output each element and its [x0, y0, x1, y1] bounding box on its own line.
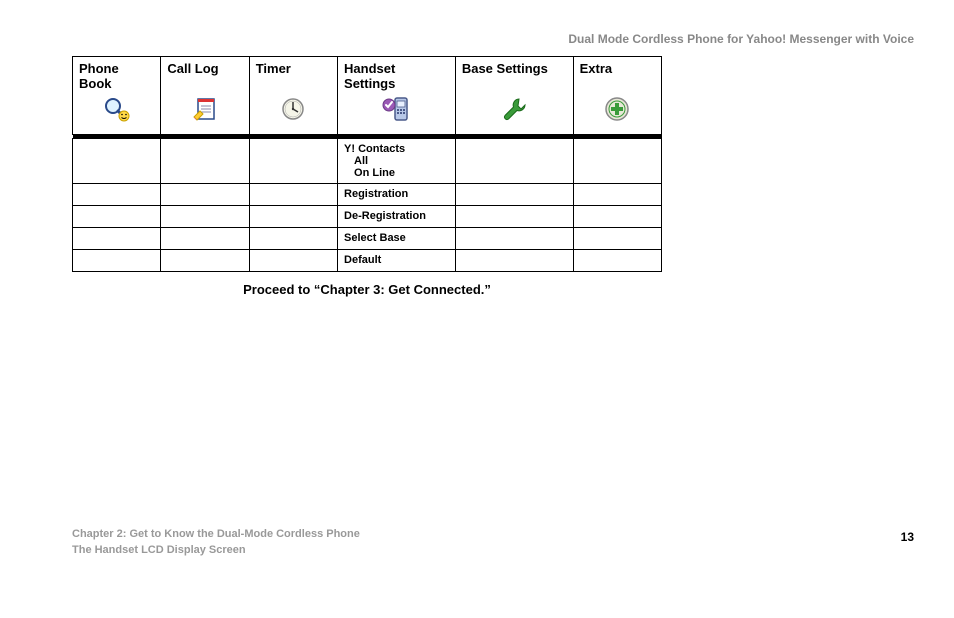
footer-chapter: Chapter 2: Get to Know the Dual-Mode Cor… — [72, 527, 360, 542]
page-number: 13 — [901, 530, 914, 544]
col-header-extra: Extra — [573, 57, 661, 94]
cell-text: Default — [338, 250, 456, 272]
timer-clock-icon — [278, 95, 308, 123]
phone-book-search-icon — [102, 95, 132, 123]
table-row: Default — [73, 250, 662, 272]
extra-plus-icon — [602, 95, 632, 123]
col-header-call-log: Call Log — [161, 57, 249, 94]
base-settings-wrench-icon — [499, 95, 529, 123]
table-row: Registration — [73, 184, 662, 206]
cell-text: Y! Contacts — [344, 143, 405, 155]
table-row: De-Registration — [73, 206, 662, 228]
handset-settings-icon — [379, 95, 413, 123]
footer-left: Chapter 2: Get to Know the Dual-Mode Cor… — [72, 527, 360, 558]
col-header-timer: Timer — [249, 57, 337, 94]
table-icon-row — [73, 93, 662, 135]
cell-text: All — [344, 155, 449, 167]
table-row: Y! Contacts All On Line — [73, 139, 662, 184]
col-header-handset-settings: Handset Settings — [338, 57, 456, 94]
col-header-base-settings: Base Settings — [455, 57, 573, 94]
table-header-row: Phone Book Call Log Timer Handset Settin… — [73, 57, 662, 94]
cell-text: Registration — [338, 184, 456, 206]
proceed-text: Proceed to “Chapter 3: Get Connected.” — [72, 282, 662, 297]
menu-table: Phone Book Call Log Timer Handset Settin… — [72, 56, 662, 272]
document-header-title: Dual Mode Cordless Phone for Yahoo! Mess… — [568, 32, 914, 46]
call-log-notepad-icon — [190, 95, 220, 123]
cell-text: Select Base — [338, 228, 456, 250]
table-row: Select Base — [73, 228, 662, 250]
footer-section: The Handset LCD Display Screen — [72, 543, 360, 558]
main-content: Phone Book Call Log Timer Handset Settin… — [72, 56, 662, 297]
cell-text: On Line — [344, 167, 449, 179]
cell-text: De-Registration — [338, 206, 456, 228]
col-header-phone-book: Phone Book — [73, 57, 161, 94]
